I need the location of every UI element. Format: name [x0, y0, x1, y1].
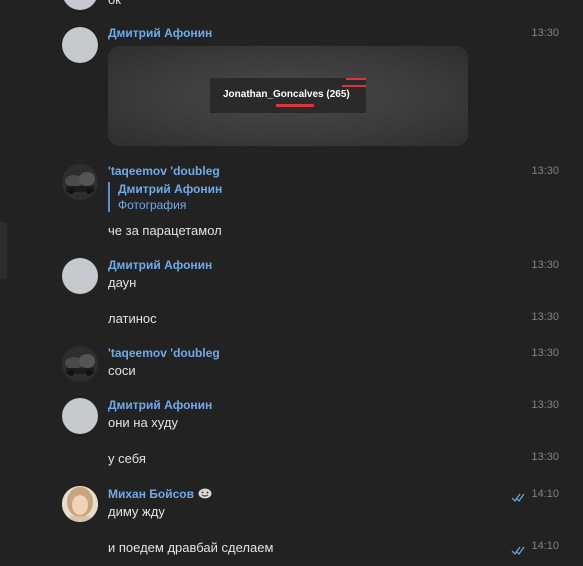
- health-bar-top: [346, 78, 366, 80]
- reply-author: Дмитрий Афонин: [118, 182, 223, 196]
- photo-attachment[interactable]: Jonathan_Goncalves (265): [108, 46, 468, 146]
- message-text: диму жду: [108, 504, 165, 519]
- avatar[interactable]: [62, 27, 98, 63]
- avatar[interactable]: [62, 486, 98, 522]
- photo-content: Jonathan_Goncalves (265): [210, 78, 366, 113]
- message-author[interactable]: 'taqeemov 'doubleg: [108, 346, 220, 360]
- message-text: и поедем дравбай сделаем: [108, 540, 274, 555]
- message-text: че за парацетамол: [108, 223, 222, 238]
- reply-text: Фотография: [118, 198, 187, 212]
- message-text: они на худу: [108, 415, 178, 430]
- message-author-name: Михан Бойсов: [108, 487, 195, 501]
- health-bar-side: [342, 85, 366, 87]
- message-time: 14:10: [531, 540, 559, 552]
- read-check-icon: [511, 490, 525, 502]
- smiling-face-icon: [198, 488, 212, 499]
- message-time: 13:30: [531, 165, 559, 177]
- message-text: ок: [108, 0, 121, 7]
- message-time: 13:30: [531, 451, 559, 463]
- avatar[interactable]: [62, 346, 98, 382]
- message-author[interactable]: Дмитрий Афонин: [108, 398, 212, 412]
- message-time: 13:30: [531, 399, 559, 411]
- message-text: даун: [108, 275, 137, 290]
- message-time: 14:10: [531, 488, 559, 500]
- message-author[interactable]: Михан Бойсов: [108, 487, 212, 501]
- message-author[interactable]: Дмитрий Афонин: [108, 258, 212, 272]
- message-author[interactable]: 'taqeemov 'doubleg: [108, 164, 220, 178]
- message-time: 13:30: [531, 27, 559, 39]
- photo-nametag: Jonathan_Goncalves (265): [223, 89, 350, 100]
- message-time: 13:30: [531, 311, 559, 323]
- avatar[interactable]: [62, 398, 98, 434]
- avatar[interactable]: [62, 0, 98, 10]
- avatar-image: [62, 486, 98, 522]
- sidebar-edge: [0, 222, 7, 279]
- avatar-image: [62, 164, 98, 200]
- message-text: у себя: [108, 451, 146, 466]
- reply-quote[interactable]: Дмитрий Афонин Фотография: [108, 182, 222, 212]
- health-bar-bottom: [276, 104, 314, 107]
- message-time: 13:30: [531, 347, 559, 359]
- avatar-image: [62, 346, 98, 382]
- message-author[interactable]: Дмитрий Афонин: [108, 26, 212, 40]
- read-check-icon: [511, 543, 525, 555]
- message-text: соси: [108, 363, 136, 378]
- avatar[interactable]: [62, 258, 98, 294]
- message-text: латинос: [108, 311, 157, 326]
- avatar[interactable]: [62, 164, 98, 200]
- message-time: 13:30: [531, 259, 559, 271]
